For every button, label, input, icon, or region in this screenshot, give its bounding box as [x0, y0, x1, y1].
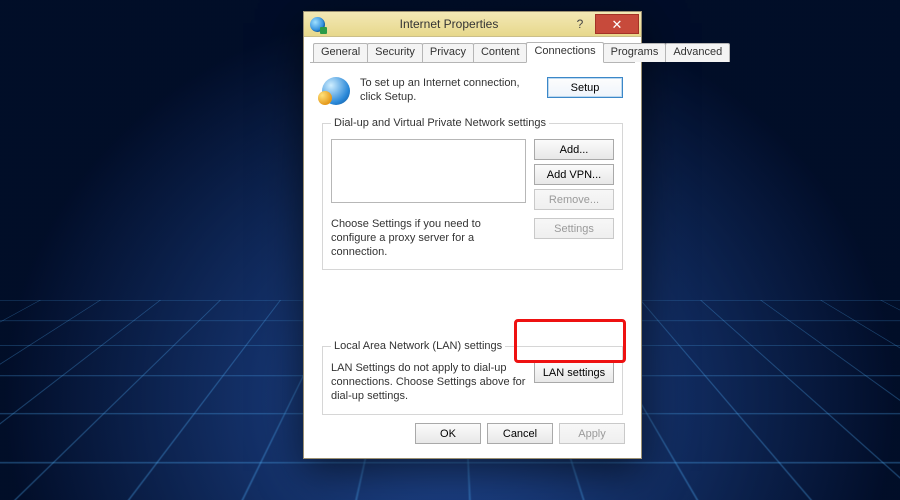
tab-content[interactable]: Content	[473, 43, 528, 62]
dialog-footer: OK Cancel Apply	[415, 423, 625, 444]
setup-section: To set up an Internet connection, click …	[322, 77, 623, 105]
window-title: Internet Properties	[331, 17, 567, 31]
tab-privacy[interactable]: Privacy	[422, 43, 474, 62]
dialup-legend: Dial-up and Virtual Private Network sett…	[331, 117, 549, 129]
tab-advanced[interactable]: Advanced	[665, 43, 730, 62]
globe-icon	[322, 77, 350, 105]
cancel-button[interactable]: Cancel	[487, 423, 553, 444]
ok-button[interactable]: OK	[415, 423, 481, 444]
connections-listbox[interactable]	[331, 139, 526, 203]
add-vpn-button[interactable]: Add VPN...	[534, 164, 614, 185]
connection-settings-button: Settings	[534, 218, 614, 239]
add-button[interactable]: Add...	[534, 139, 614, 160]
dialup-note: Choose Settings if you need to configure…	[331, 218, 526, 259]
app-icon	[310, 17, 325, 32]
tab-security[interactable]: Security	[367, 43, 423, 62]
remove-button: Remove...	[534, 189, 614, 210]
lan-settings-button[interactable]: LAN settings	[534, 362, 614, 383]
tab-programs[interactable]: Programs	[603, 43, 667, 62]
close-button[interactable]: ✕	[595, 14, 639, 34]
apply-button: Apply	[559, 423, 625, 444]
tab-strip: GeneralSecurityPrivacyContentConnections…	[310, 42, 635, 63]
lan-group: Local Area Network (LAN) settings LAN Se…	[322, 340, 623, 414]
connections-panel: To set up an Internet connection, click …	[310, 63, 635, 452]
setup-button[interactable]: Setup	[547, 77, 623, 98]
tab-connections[interactable]: Connections	[526, 42, 603, 63]
setup-description: To set up an Internet connection, click …	[360, 77, 529, 105]
lan-legend: Local Area Network (LAN) settings	[331, 340, 505, 352]
help-button[interactable]: ?	[567, 17, 593, 31]
dialup-group: Dial-up and Virtual Private Network sett…	[322, 117, 623, 270]
internet-properties-window: Internet Properties ? ✕ GeneralSecurityP…	[303, 11, 642, 459]
dialog-body: GeneralSecurityPrivacyContentConnections…	[310, 42, 635, 452]
tab-general[interactable]: General	[313, 43, 368, 62]
desktop-background: Internet Properties ? ✕ GeneralSecurityP…	[0, 0, 900, 500]
titlebar[interactable]: Internet Properties ? ✕	[304, 12, 641, 37]
lan-note: LAN Settings do not apply to dial-up con…	[331, 362, 526, 403]
